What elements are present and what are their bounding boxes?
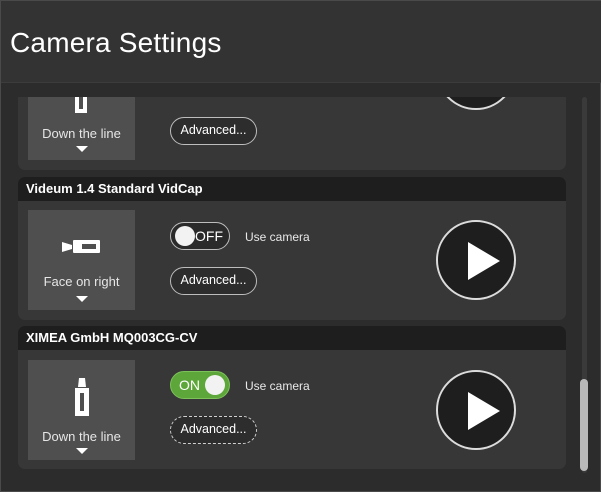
camera-position-label: Down the line: [42, 429, 121, 444]
advanced-button[interactable]: Advanced...: [170, 416, 257, 444]
camera-list: Down the line Advanced... Videum 1.4 Sta…: [1, 97, 601, 492]
vertical-scrollbar[interactable]: [579, 97, 589, 473]
camera-name: XIMEA GmbH MQ003CG-CV: [18, 326, 566, 350]
camera-name: Videum 1.4 Standard VidCap: [18, 177, 566, 201]
camera-down-the-line-icon: [75, 97, 87, 113]
title-bar: Camera Settings: [1, 1, 601, 83]
scrollbar-thumb[interactable]: [580, 379, 588, 471]
toggle-state-label: ON: [179, 377, 200, 393]
chevron-down-icon: [76, 448, 88, 454]
camera-card: Videum 1.4 Standard VidCap Face on right…: [18, 177, 566, 320]
camera-down-the-line-icon: [75, 378, 89, 416]
toggle-knob: [205, 375, 225, 395]
play-icon: [468, 392, 500, 430]
page-title: Camera Settings: [10, 27, 222, 58]
use-camera-label: Use camera: [245, 230, 310, 244]
chevron-down-icon: [76, 146, 88, 152]
toggle-state-label: OFF: [195, 228, 223, 244]
camera-card: Down the line Advanced...: [18, 97, 566, 170]
use-camera-label: Use camera: [245, 379, 310, 393]
camera-settings-window: Camera Settings Down the line Advanced..…: [0, 0, 601, 492]
camera-face-on-right-icon: [62, 240, 100, 253]
chevron-down-icon: [76, 296, 88, 302]
advanced-button[interactable]: Advanced...: [170, 267, 257, 295]
camera-card: XIMEA GmbH MQ003CG-CV Down the line ON U…: [18, 326, 566, 469]
camera-position-label: Face on right: [43, 274, 120, 289]
use-camera-toggle[interactable]: OFF: [170, 222, 230, 250]
use-camera-toggle[interactable]: ON: [170, 371, 230, 399]
toggle-knob: [175, 226, 195, 246]
play-preview-button[interactable]: [436, 97, 516, 110]
camera-position-selector[interactable]: Face on right: [28, 210, 135, 310]
play-preview-button[interactable]: [436, 220, 516, 300]
camera-position-selector[interactable]: Down the line: [28, 97, 135, 160]
play-preview-button[interactable]: [436, 370, 516, 450]
camera-position-label: Down the line: [42, 126, 121, 141]
advanced-button[interactable]: Advanced...: [170, 117, 257, 145]
camera-position-selector[interactable]: Down the line: [28, 360, 135, 460]
play-icon: [468, 242, 500, 280]
